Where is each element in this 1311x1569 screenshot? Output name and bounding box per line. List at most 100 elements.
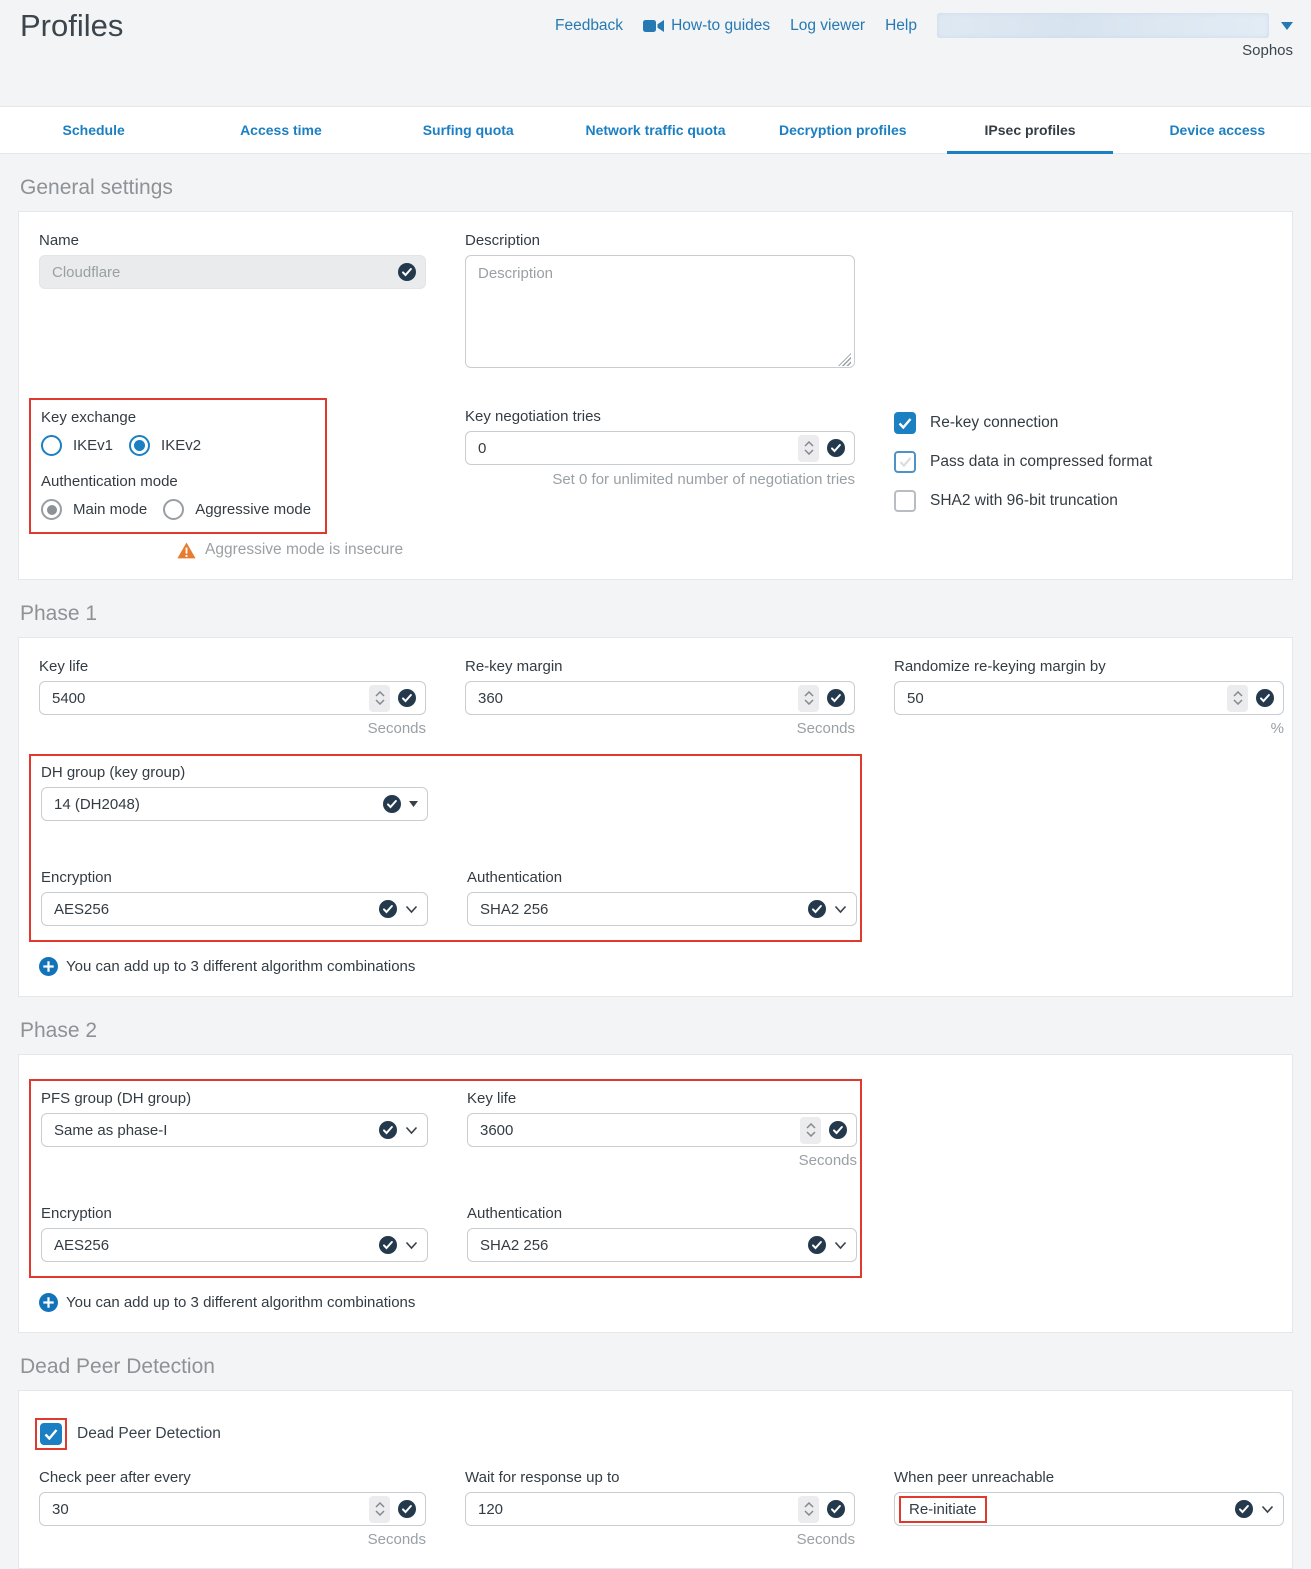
check-circle-icon: [808, 900, 826, 918]
howto-guides-link[interactable]: How-to guides: [643, 17, 770, 35]
name-input[interactable]: [52, 264, 390, 281]
tab-device-access[interactable]: Device access: [1124, 107, 1311, 153]
feedback-link[interactable]: Feedback: [555, 17, 623, 35]
tab-surfing-quota[interactable]: Surfing quota: [375, 107, 562, 153]
check-circle-icon: [808, 1236, 826, 1254]
plus-circle-icon[interactable]: [39, 957, 58, 976]
page-header: Profiles Feedback How-to guides Log view…: [0, 0, 1311, 106]
warning-triangle-icon: [177, 542, 196, 559]
brand-sophos: Sophos: [1242, 42, 1293, 59]
p1-encryption-label: Encryption: [41, 869, 428, 886]
p2-encryption-label: Encryption: [41, 1205, 428, 1222]
dpd-wait-input[interactable]: [478, 1501, 790, 1518]
p2-authentication-label: Authentication: [467, 1205, 857, 1222]
annotation-box-phase1-algorithms: DH group (key group) 14 (DH2048) Encrypt…: [29, 754, 862, 942]
number-stepper[interactable]: [798, 685, 819, 712]
p1-key-life-label: Key life: [39, 658, 426, 675]
dpd-check-peer-field: [39, 1492, 426, 1526]
radio-aggressive-mode[interactable]: [163, 499, 184, 520]
p1-authentication-label: Authentication: [467, 869, 857, 886]
phase1-card: Key life Seconds Re-key margin: [18, 637, 1293, 997]
checkbox-dead-peer-detection[interactable]: [40, 1423, 62, 1445]
radio-aggressive-mode-label: Aggressive mode: [195, 501, 311, 518]
key-negotiation-label: Key negotiation tries: [465, 408, 855, 425]
tab-ipsec-profiles[interactable]: IPsec profiles: [936, 107, 1123, 153]
number-stepper[interactable]: [1227, 685, 1248, 712]
p2-pfs-group-select[interactable]: Same as phase-I: [41, 1113, 428, 1147]
authentication-mode-label: Authentication mode: [41, 473, 325, 490]
tab-access-time[interactable]: Access time: [187, 107, 374, 153]
tab-schedule[interactable]: Schedule: [0, 107, 187, 153]
dpd-check-peer-input[interactable]: [52, 1501, 361, 1518]
check-circle-icon: [827, 439, 845, 457]
help-link[interactable]: Help: [885, 17, 917, 35]
phase2-title: Phase 2: [20, 1019, 1291, 1043]
tab-decryption-profiles[interactable]: Decryption profiles: [749, 107, 936, 153]
chevron-down-icon: [405, 1241, 418, 1250]
number-stepper[interactable]: [369, 685, 390, 712]
p1-encryption-value: AES256: [54, 901, 371, 918]
p1-authentication-value: SHA2 256: [480, 901, 800, 918]
dpd-unreachable-select[interactable]: Re-initiate: [894, 1492, 1284, 1526]
help-label: Help: [885, 17, 917, 35]
plus-circle-icon[interactable]: [39, 1293, 58, 1312]
check-circle-icon: [398, 1500, 416, 1518]
checkbox-rekey-connection[interactable]: [894, 412, 916, 434]
p1-rekey-margin-input[interactable]: [478, 690, 790, 707]
key-exchange-label: Key exchange: [41, 409, 325, 426]
number-stepper[interactable]: [798, 1496, 819, 1523]
p2-authentication-value: SHA2 256: [480, 1237, 800, 1254]
annotation-box-phase2-algorithms: PFS group (DH group) Same as phase-I Key…: [29, 1079, 862, 1278]
radio-main-mode[interactable]: [41, 499, 62, 520]
p2-authentication-select[interactable]: SHA2 256: [467, 1228, 857, 1262]
name-label: Name: [39, 232, 426, 249]
tab-network-traffic-quota[interactable]: Network traffic quota: [562, 107, 749, 153]
name-field: [39, 255, 426, 289]
number-stepper[interactable]: [798, 435, 819, 462]
checkbox-rekey-connection-label: Re-key connection: [930, 414, 1058, 432]
dpd-card: Dead Peer Detection Check peer after eve…: [18, 1390, 1293, 1569]
p2-add-combination-note: You can add up to 3 different algorithm …: [39, 1293, 1282, 1312]
chevron-down-icon[interactable]: [1281, 22, 1293, 30]
caret-down-icon: [409, 801, 418, 807]
checkbox-compressed-format[interactable]: [894, 451, 916, 473]
radio-ikev2-label: IKEv2: [161, 437, 201, 454]
check-circle-icon: [1256, 689, 1274, 707]
dpd-check-peer-unit: Seconds: [39, 1531, 426, 1548]
dpd-wait-unit: Seconds: [465, 1531, 855, 1548]
radio-ikev2[interactable]: [129, 435, 150, 456]
p1-randomize-input[interactable]: [907, 690, 1219, 707]
account-menu[interactable]: [937, 13, 1269, 38]
radio-ikev1[interactable]: [41, 435, 62, 456]
description-textarea[interactable]: [465, 255, 855, 368]
p1-rekey-margin-label: Re-key margin: [465, 658, 855, 675]
description-field: [465, 255, 855, 372]
check-circle-icon: [383, 795, 401, 813]
p1-dh-group-value: 14 (DH2048): [54, 796, 375, 813]
p1-encryption-select[interactable]: AES256: [41, 892, 428, 926]
p2-key-life-unit: Seconds: [467, 1152, 857, 1169]
howto-guides-label: How-to guides: [671, 17, 770, 35]
p1-dh-group-select[interactable]: 14 (DH2048): [41, 787, 428, 821]
p2-key-life-field: [467, 1113, 857, 1147]
number-stepper[interactable]: [800, 1117, 821, 1144]
header-nav: Feedback How-to guides Log viewer Help: [555, 13, 1293, 38]
feedback-label: Feedback: [555, 17, 623, 35]
p2-key-life-input[interactable]: [480, 1122, 792, 1139]
p1-authentication-select[interactable]: SHA2 256: [467, 892, 857, 926]
number-stepper[interactable]: [369, 1496, 390, 1523]
key-negotiation-input[interactable]: [478, 440, 790, 457]
p1-key-life-unit: Seconds: [39, 720, 426, 737]
checkbox-sha2-truncation[interactable]: [894, 490, 916, 512]
p1-dh-group-label: DH group (key group): [41, 764, 428, 781]
p2-encryption-select[interactable]: AES256: [41, 1228, 428, 1262]
profiles-tabbar: Schedule Access time Surfing quota Netwo…: [0, 106, 1311, 154]
check-circle-icon: [1235, 1500, 1253, 1518]
description-label: Description: [465, 232, 855, 249]
chevron-down-icon: [405, 905, 418, 914]
check-circle-icon: [379, 1121, 397, 1139]
p1-randomize-unit: %: [894, 720, 1284, 737]
radio-ikev1-label: IKEv1: [73, 437, 113, 454]
log-viewer-link[interactable]: Log viewer: [790, 17, 865, 35]
p1-key-life-input[interactable]: [52, 690, 361, 707]
